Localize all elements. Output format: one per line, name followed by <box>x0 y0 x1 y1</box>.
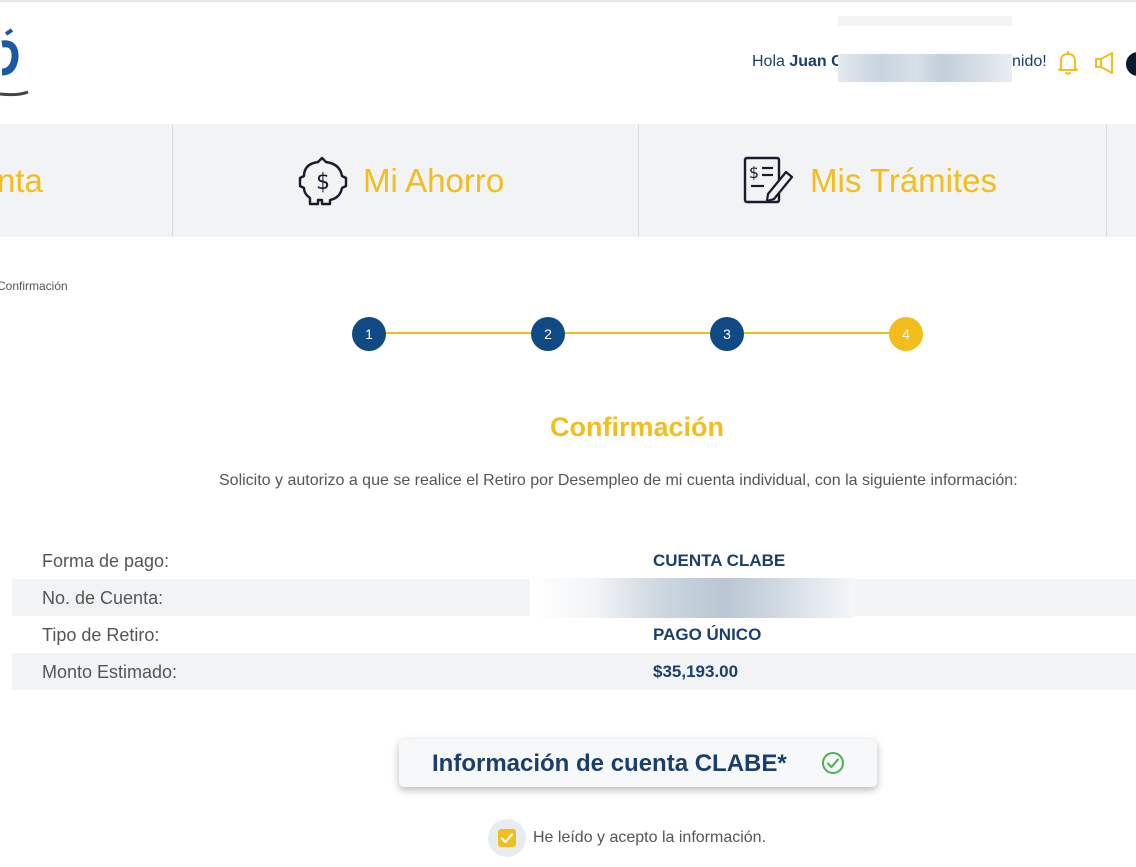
redaction-blur <box>838 16 1012 26</box>
accept-label[interactable]: He leído y acepto la información. <box>533 829 766 847</box>
logo[interactable] <box>0 24 40 104</box>
nav-item-mis-tramites[interactable]: Mis Trámites <box>810 162 997 200</box>
detail-row-withdrawal-type: Tipo de Retiro: PAGO ÚNICO <box>12 616 1136 653</box>
step-connector <box>727 332 906 334</box>
detail-row-payment-method: Forma de pago: CUENTA CLABE <box>12 542 1136 579</box>
step-1: 1 <box>352 317 386 351</box>
nav-divider <box>1106 124 1107 237</box>
top-border <box>0 0 1136 2</box>
intro-text: Solicito y autorizo a que se realice el … <box>219 472 1018 489</box>
piggy-bank-icon[interactable]: $ <box>296 154 348 206</box>
detail-value: $35,193.00 <box>653 662 739 681</box>
step-connector <box>369 332 548 334</box>
svg-text:$: $ <box>316 170 330 195</box>
bell-icon[interactable] <box>1056 50 1080 76</box>
detail-label: Monto Estimado: <box>42 662 178 682</box>
detail-label: Forma de pago: <box>42 551 170 571</box>
redacted-name <box>838 54 1012 82</box>
detail-label: No. de Cuenta: <box>42 588 164 608</box>
step-2: 2 <box>531 317 565 351</box>
check-circle-icon <box>822 752 844 774</box>
step-4-active: 4 <box>889 317 923 351</box>
clabe-info-button[interactable]: Información de cuenta CLABE* <box>399 739 877 787</box>
nav-divider <box>172 124 173 237</box>
detail-value: CUENTA CLABE <box>653 551 786 570</box>
nav-item-cuenta[interactable]: nta <box>0 162 43 200</box>
detail-label: Tipo de Retiro: <box>42 625 160 645</box>
greeting: Hola Juan C <box>752 53 843 71</box>
greeting-prefix: Hola <box>752 53 790 70</box>
detail-row-estimated-amount: Monto Estimado: $35,193.00 <box>12 653 1136 690</box>
document-edit-icon[interactable]: $ <box>742 154 794 206</box>
megaphone-icon[interactable] <box>1093 50 1117 76</box>
breadcrumb: Confirmación <box>0 279 68 293</box>
detail-value: PAGO ÚNICO <box>653 625 762 644</box>
checkmark-icon <box>500 833 514 844</box>
clabe-info-label: Información de cuenta CLABE* <box>432 750 787 777</box>
avatar[interactable] <box>1126 52 1136 76</box>
step-3: 3 <box>710 317 744 351</box>
nav-divider <box>638 124 639 237</box>
user-name: Juan C <box>789 53 843 70</box>
svg-text:$: $ <box>749 163 759 182</box>
page-title: Confirmación <box>549 412 724 442</box>
step-connector <box>548 332 727 334</box>
redacted-account-number <box>530 578 855 618</box>
accept-checkbox[interactable] <box>498 829 516 847</box>
main-nav: nta $ Mi Ahorro $ Mis Trámites <box>0 124 1136 237</box>
greeting-suffix: nido! <box>1012 53 1047 70</box>
nav-item-mi-ahorro[interactable]: Mi Ahorro <box>363 162 504 200</box>
